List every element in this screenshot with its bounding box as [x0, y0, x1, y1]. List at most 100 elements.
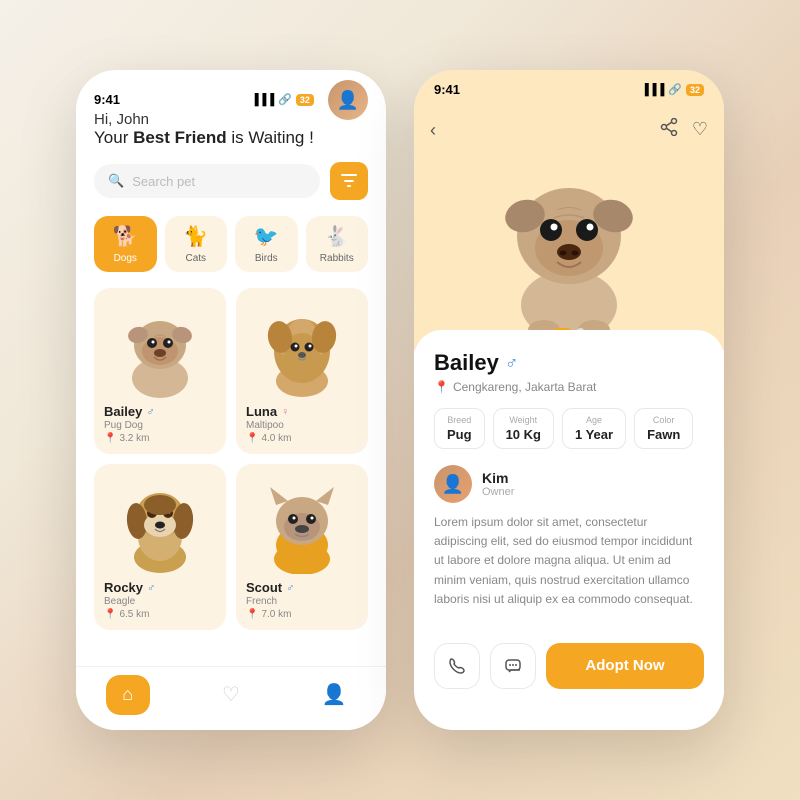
age-value: 1 Year — [575, 427, 613, 442]
nav-home[interactable]: ⌂ — [103, 675, 153, 715]
bottom-nav: ⌂ ♡ 👤 — [76, 666, 386, 730]
status-icons-right: ▐▐▐ 🔗 32 — [641, 83, 704, 96]
greeting-hi: Hi, John — [94, 111, 314, 128]
user-avatar[interactable]: 👤 — [328, 80, 368, 120]
scout-gender: ♂ — [286, 582, 294, 594]
bailey-breed: Pug Dog — [104, 420, 216, 431]
chat-icon — [504, 657, 522, 675]
age-label: Age — [575, 415, 613, 425]
pet-image-scout — [236, 464, 368, 574]
share-icon[interactable] — [660, 118, 678, 141]
filter-icon — [341, 174, 357, 188]
bailey-location: 📍 3.2 km — [104, 433, 216, 444]
search-placeholder: Search pet — [132, 174, 195, 189]
favorite-icon[interactable]: ♡ — [692, 119, 708, 140]
search-row: 🔍 Search pet — [94, 162, 368, 200]
owner-role: Owner — [482, 486, 514, 498]
back-button[interactable]: ‹ — [430, 120, 436, 141]
category-dogs[interactable]: 🐕 Dogs — [94, 216, 157, 272]
pet-hero-area: ‹ ♡ — [414, 70, 724, 350]
search-box[interactable]: 🔍 Search pet — [94, 164, 320, 198]
category-birds[interactable]: 🐦 Birds — [235, 216, 298, 272]
nav-profile[interactable]: 👤 — [309, 675, 359, 715]
pet-detail-name: Bailey — [434, 350, 499, 376]
owner-info: Kim Owner — [482, 470, 514, 498]
scout-location: 📍 7.0 km — [246, 609, 358, 620]
pet-info-scout: Scout ♂ French 📍 7.0 km — [236, 574, 368, 620]
nav-favorites[interactable]: ♡ — [206, 675, 256, 715]
greeting: Hi, John Your Best Friend is Waiting ! — [94, 111, 314, 148]
owner-avatar: 👤 — [434, 465, 472, 503]
luna-location: 📍 4.0 km — [246, 433, 358, 444]
pet-info-bailey: Bailey ♂ Pug Dog 📍 3.2 km — [94, 398, 226, 444]
pet-card-luna[interactable]: Luna ♀ Maltipoo 📍 4.0 km — [236, 288, 368, 454]
detail-tags: Breed Pug Weight 10 Kg Age 1 Year Color … — [434, 408, 704, 449]
rocky-location: 📍 6.5 km — [104, 609, 216, 620]
pet-card-scout[interactable]: Scout ♂ French 📍 7.0 km — [236, 464, 368, 630]
pet-detail-gender: ♂ — [505, 353, 519, 374]
filter-button[interactable] — [330, 162, 368, 200]
color-label: Color — [647, 415, 680, 425]
greeting-tagline: Your Best Friend is Waiting ! — [94, 128, 314, 148]
link-icon: 🔗 — [278, 93, 292, 106]
maltipoo-illustration — [252, 293, 352, 398]
left-header: 9:41 ▐▐▐ 🔗 32 Hi, John Your Best Friend … — [76, 70, 386, 162]
owner-name: Kim — [482, 470, 514, 486]
location-pin-icon-2: 📍 — [246, 433, 258, 444]
rocky-gender: ♂ — [147, 582, 155, 594]
time-left: 9:41 — [94, 92, 120, 107]
signal-icon: ▐▐▐ — [251, 94, 274, 106]
location-pin-detail: 📍 — [434, 380, 449, 394]
status-icons-left: ▐▐▐ 🔗 32 — [251, 93, 314, 106]
profile-icon: 👤 — [322, 682, 347, 707]
tag-breed: Breed Pug — [434, 408, 485, 449]
french-bulldog-illustration — [252, 469, 352, 574]
category-cats[interactable]: 🐈 Cats — [165, 216, 228, 272]
breed-value: Pug — [447, 427, 472, 442]
detail-location-text: Cengkareng, Jakarta Barat — [453, 380, 596, 394]
scout-breed: French — [246, 596, 358, 607]
bailey-gender: ♂ — [146, 406, 154, 418]
home-button[interactable]: ⌂ — [106, 675, 150, 715]
location-pin-icon: 📍 — [104, 433, 116, 444]
link-icon-right: 🔗 — [668, 83, 682, 96]
owner-row: 👤 Kim Owner — [434, 465, 704, 503]
bailey-name: Bailey — [104, 404, 142, 419]
rocky-name: Rocky — [104, 580, 143, 595]
pug-illustration — [110, 293, 210, 398]
hero-actions: ♡ — [660, 118, 708, 141]
pet-name-luna: Luna ♀ — [246, 404, 358, 419]
dogs-label: Dogs — [114, 253, 137, 264]
call-button[interactable] — [434, 643, 480, 689]
time-right: 9:41 — [434, 82, 460, 97]
tagline-bold: Best Friend — [133, 128, 227, 147]
phone-icon — [448, 657, 466, 675]
right-phone: 9:41 ▐▐▐ 🔗 32 ‹ ♡ — [414, 70, 724, 730]
status-bar-left: 9:41 ▐▐▐ 🔗 32 — [94, 80, 314, 111]
chat-button[interactable] — [490, 643, 536, 689]
notification-badge-right: 32 — [686, 84, 704, 96]
tag-color: Color Fawn — [634, 408, 693, 449]
pet-image-luna — [236, 288, 368, 398]
pet-card-bailey[interactable]: Bailey ♂ Pug Dog 📍 3.2 km — [94, 288, 226, 454]
pet-image-bailey — [94, 288, 226, 398]
pet-info-rocky: Rocky ♂ Beagle 📍 6.5 km — [94, 574, 226, 620]
scout-distance: 7.0 km — [261, 609, 291, 620]
heart-icon: ♡ — [222, 682, 240, 707]
search-icon: 🔍 — [108, 173, 124, 189]
adopt-now-button[interactable]: Adopt Now — [546, 643, 704, 689]
left-phone: 9:41 ▐▐▐ 🔗 32 Hi, John Your Best Friend … — [76, 70, 386, 730]
rabbits-label: Rabbits — [320, 253, 354, 264]
location-pin-icon-4: 📍 — [246, 609, 258, 620]
hero-pug-image — [489, 140, 649, 340]
cats-icon: 🐈 — [183, 224, 208, 249]
left-main-content: 🔍 Search pet 🐕 Dogs 🐈 Cats — [76, 162, 386, 630]
scout-name: Scout — [246, 580, 282, 595]
pet-name-scout: Scout ♂ — [246, 580, 358, 595]
pet-card-rocky[interactable]: Rocky ♂ Beagle 📍 6.5 km — [94, 464, 226, 630]
pet-info-luna: Luna ♀ Maltipoo 📍 4.0 km — [236, 398, 368, 444]
pet-description: Lorem ipsum dolor sit amet, consectetur … — [434, 513, 704, 609]
category-rabbits[interactable]: 🐇 Rabbits — [306, 216, 369, 272]
home-icon: ⌂ — [122, 684, 133, 705]
birds-icon: 🐦 — [254, 224, 279, 249]
